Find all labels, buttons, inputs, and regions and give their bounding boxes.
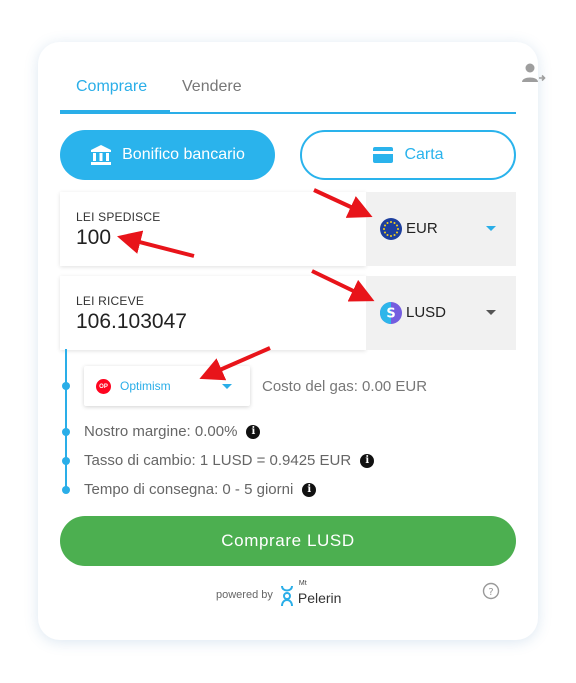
gas-cost: Costo del gas: 0.00 EUR [262,378,428,395]
send-label: LEI SPEDISCE [76,210,161,224]
svg-text:S: S [386,307,395,322]
receive-amount-field[interactable]: LEI RICEVE 106.103047 [60,276,366,350]
info-icon[interactable]: i [302,482,317,497]
lusd-token-icon: S [380,302,402,324]
send-amount-field[interactable]: LEI SPEDISCE 100 [60,192,366,266]
network-name: Optimism [120,379,171,393]
send-amount-row: LEI SPEDISCE 100 EUR [60,192,516,266]
brand-prefix: Mt [298,580,307,587]
timeline-dot [62,457,70,465]
chevron-down-icon [486,310,496,315]
receive-label: LEI RICEVE [76,294,145,308]
receive-amount-value[interactable]: 106.103047 [76,310,187,334]
tab-buy[interactable]: Comprare [76,78,147,96]
mt-pelerin-logo[interactable]: Mt Pelerin [279,580,349,610]
powered-by-text: powered by [216,589,273,601]
info-icon[interactable]: i [246,424,261,439]
timeline-dot [62,428,70,436]
tab-bar: Comprare Vendere [60,42,546,114]
card-payment-button[interactable]: Carta [300,130,516,180]
margin-info: Nostro margine: 0.00% i [84,423,261,440]
widget-card: Comprare Vendere Bonifico bancario Carta… [38,42,546,640]
footer-branding: powered by Mt Pelerin [216,580,349,610]
chevron-down-icon [222,384,232,389]
bank-transfer-button[interactable]: Bonifico bancario [60,130,275,180]
send-amount-value[interactable]: 100 [76,226,111,250]
card-payment-label: Carta [404,146,444,163]
brand-name: Pelerin [297,590,342,606]
bank-icon [91,145,112,165]
active-tab-indicator [60,110,170,114]
bank-transfer-label: Bonifico bancario [122,146,245,163]
rate-text: Tasso di cambio: 1 LUSD = 0.9425 EUR [84,452,352,469]
timeline-dot [62,486,70,494]
details-timeline [65,349,67,491]
credit-card-icon [373,147,394,163]
chevron-down-icon [486,226,496,231]
network-select[interactable]: OP Optimism [84,366,250,406]
user-account-icon[interactable] [520,62,546,84]
info-icon[interactable]: i [360,453,375,468]
margin-text: Nostro margine: 0.00% [84,423,238,440]
delivery-text: Tempo di consegna: 0 - 5 giorni [84,481,294,498]
optimism-logo-icon: OP [96,379,111,394]
svg-text:?: ? [488,587,493,598]
receive-currency-code: LUSD [406,304,447,321]
help-icon[interactable]: ? [482,582,500,600]
receive-currency-select[interactable]: S LUSD [366,276,516,350]
buy-button[interactable]: Comprare LUSD [60,516,516,566]
send-currency-select[interactable]: EUR [366,192,516,266]
receive-amount-row: LEI RICEVE 106.103047 S LUSD [60,276,516,350]
send-currency-code: EUR [406,220,438,237]
rate-info: Tasso di cambio: 1 LUSD = 0.9425 EUR i [84,452,375,469]
pelerin-logo-icon [280,585,293,607]
timeline-dot [62,382,70,390]
tab-sell[interactable]: Vendere [182,78,242,96]
delivery-info: Tempo di consegna: 0 - 5 giorni i [84,481,317,498]
euro-flag-icon [380,218,402,240]
